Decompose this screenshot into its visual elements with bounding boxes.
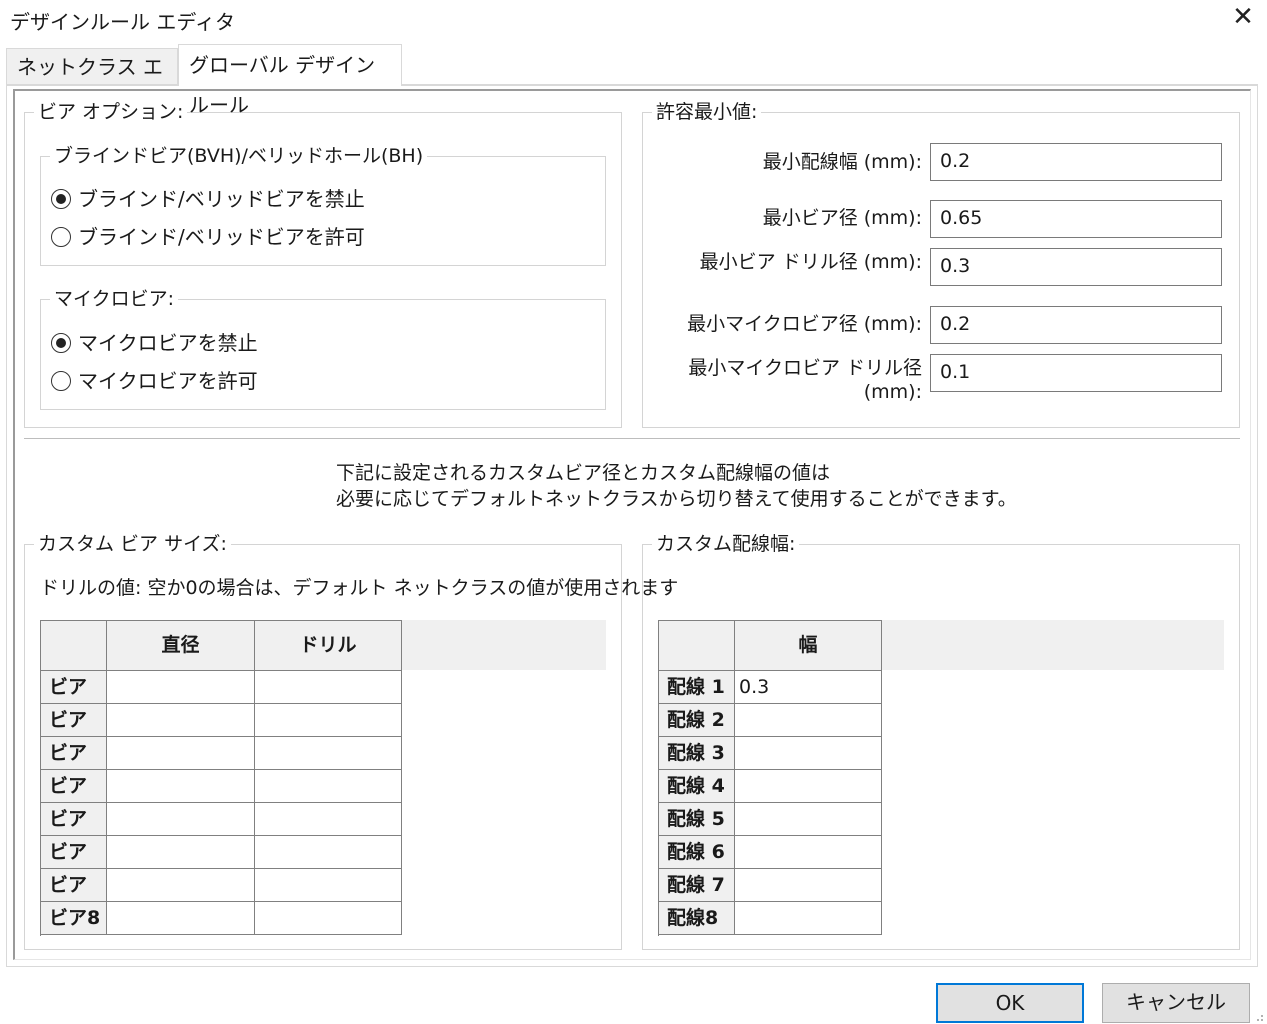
tab-global-design-rules[interactable]: グローバル デザインルール bbox=[178, 44, 402, 117]
custom-note-line-2: 必要に応じてデフォルトネットクラスから切り替えて使用することができます。 bbox=[336, 488, 1017, 510]
via-diameter-cell[interactable] bbox=[107, 737, 255, 770]
track-width-cell[interactable] bbox=[735, 803, 882, 836]
close-icon[interactable]: ✕ bbox=[1230, 4, 1256, 30]
via-diameter-cell[interactable] bbox=[107, 803, 255, 836]
track-width-cell[interactable] bbox=[735, 902, 882, 935]
via-row-header[interactable]: ビア 7 bbox=[41, 869, 107, 928]
via-diameter-cell[interactable] bbox=[107, 770, 255, 803]
micro-via-allow-radio[interactable] bbox=[51, 371, 71, 391]
via-col-drill[interactable]: ドリル bbox=[255, 621, 402, 671]
blind-via-title: ブラインドビア(BVH)/ベリッドホール(BH) bbox=[50, 145, 428, 167]
track-row-header[interactable]: 配線 4 bbox=[659, 770, 735, 803]
micro-via-allow-label[interactable]: マイクロビアを許可 bbox=[78, 369, 258, 393]
track-row-header[interactable]: 配線 2 bbox=[659, 704, 735, 737]
via-drill-cell[interactable] bbox=[255, 704, 402, 737]
track-row-header[interactable]: 配線 7 bbox=[659, 869, 735, 902]
via-row-header[interactable]: ビア 1 bbox=[41, 671, 107, 730]
track-row-header[interactable]: 配線 5 bbox=[659, 803, 735, 836]
via-drill-cell[interactable] bbox=[255, 770, 402, 803]
via-diameter-cell[interactable] bbox=[107, 704, 255, 737]
track-grid-corner bbox=[659, 621, 735, 671]
via-grid-corner bbox=[41, 621, 107, 671]
blind-via-group bbox=[40, 156, 606, 266]
track-row-header[interactable]: 配線 1 bbox=[659, 671, 735, 704]
min-via-diameter-label: 最小ビア径 (mm): bbox=[762, 207, 922, 229]
custom-via-title: カスタム ビア サイズ: bbox=[34, 533, 231, 555]
min-via-drill-input[interactable]: 0.3 bbox=[930, 248, 1222, 286]
custom-track-title: カスタム配線幅: bbox=[652, 533, 800, 555]
min-microvia-diameter-label: 最小マイクロビア径 (mm): bbox=[687, 313, 922, 335]
min-via-diameter-input[interactable]: 0.65 bbox=[930, 200, 1222, 238]
via-diameter-cell[interactable] bbox=[107, 836, 255, 869]
track-width-cell[interactable] bbox=[735, 869, 882, 902]
via-grid[interactable]: 直径 ドリル ビア 1ビア 2ビア 3ビア 4ビア 5ビア 6ビア 7ビア8 bbox=[40, 620, 402, 936]
blind-via-allow-label[interactable]: ブラインド/ベリッドビアを許可 bbox=[78, 225, 365, 249]
track-col-width[interactable]: 幅 bbox=[735, 621, 882, 671]
track-row-header[interactable]: 配線8 bbox=[659, 902, 735, 935]
via-row-header[interactable]: ビア 2 bbox=[41, 704, 107, 763]
track-width-cell[interactable] bbox=[735, 737, 882, 770]
track-width-cell[interactable] bbox=[735, 836, 882, 869]
via-drill-cell[interactable] bbox=[255, 869, 402, 902]
min-microvia-diameter-input[interactable]: 0.2 bbox=[930, 306, 1222, 344]
custom-via-hint: ドリルの値: 空か0の場合は、デフォルト ネットクラスの値が使用されます bbox=[40, 577, 679, 599]
track-width-cell[interactable] bbox=[735, 770, 882, 803]
min-via-drill-label: 最小ビア ドリル径 (mm): bbox=[699, 251, 922, 273]
track-width-cell[interactable] bbox=[735, 704, 882, 737]
track-grid[interactable]: 幅 配線 1 0.3 配線 2 配線 3 配線 4 配線 5 配線 6 配線 7 配線8 bbox=[658, 620, 882, 936]
min-values-title: 許容最小値: bbox=[652, 101, 762, 123]
via-diameter-cell[interactable] bbox=[107, 671, 255, 704]
via-diameter-cell[interactable] bbox=[107, 902, 255, 935]
via-row-header[interactable]: ビア 6 bbox=[41, 836, 107, 895]
via-drill-cell[interactable] bbox=[255, 836, 402, 869]
ok-button[interactable]: OK bbox=[936, 983, 1084, 1023]
blind-via-disallow-label[interactable]: ブラインド/ベリッドビアを禁止 bbox=[78, 187, 365, 211]
micro-via-disallow-radio[interactable] bbox=[51, 333, 71, 353]
blind-via-allow-radio[interactable] bbox=[51, 227, 71, 247]
via-row-header[interactable]: ビア 5 bbox=[41, 803, 107, 862]
via-drill-cell[interactable] bbox=[255, 803, 402, 836]
min-microvia-drill-label: 最小マイクロビア ドリル径 (mm): bbox=[688, 357, 922, 403]
section-separator bbox=[24, 438, 1240, 439]
track-row-header[interactable]: 配線 3 bbox=[659, 737, 735, 770]
track-width-cell[interactable]: 0.3 bbox=[735, 671, 882, 704]
min-track-width-input[interactable]: 0.2 bbox=[930, 143, 1222, 181]
via-drill-cell[interactable] bbox=[255, 737, 402, 770]
via-drill-cell[interactable] bbox=[255, 902, 402, 935]
micro-via-disallow-label[interactable]: マイクロビアを禁止 bbox=[78, 331, 258, 355]
via-drill-cell[interactable] bbox=[255, 671, 402, 704]
via-row-header[interactable]: ビア 4 bbox=[41, 770, 107, 829]
window-title: デザインルール エディタ bbox=[10, 10, 235, 34]
micro-via-title: マイクロビア: bbox=[50, 288, 179, 310]
min-track-width-label: 最小配線幅 (mm): bbox=[762, 151, 922, 173]
custom-note-line-1: 下記に設定されるカスタムビア径とカスタム配線幅の値は bbox=[336, 462, 831, 484]
track-row-header[interactable]: 配線 6 bbox=[659, 836, 735, 869]
via-col-diameter[interactable]: 直径 bbox=[107, 621, 255, 671]
resize-grip-icon[interactable] bbox=[1252, 1010, 1264, 1022]
via-row-header[interactable]: ビア 3 bbox=[41, 737, 107, 796]
tab-netclass-editor[interactable]: ネットクラス エディタ bbox=[6, 48, 178, 115]
min-microvia-drill-input[interactable]: 0.1 bbox=[930, 354, 1222, 392]
blind-via-disallow-radio[interactable] bbox=[51, 189, 71, 209]
cancel-button[interactable]: キャンセル bbox=[1102, 983, 1250, 1023]
via-row-header[interactable]: ビア8 bbox=[41, 902, 107, 935]
via-diameter-cell[interactable] bbox=[107, 869, 255, 902]
via-options-title: ビア オプション: bbox=[34, 101, 188, 123]
